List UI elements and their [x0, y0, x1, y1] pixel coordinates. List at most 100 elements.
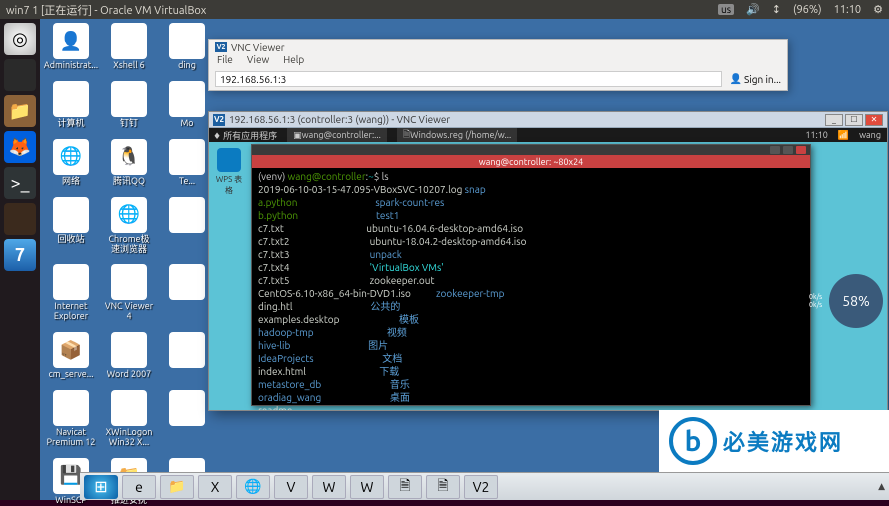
signin-button[interactable]: 👤 Sign in... [730, 73, 781, 85]
term-close-button[interactable] [796, 146, 806, 154]
taskbar-item[interactable]: V [274, 475, 308, 499]
desktop-icon-glyph: 🗑 [53, 197, 89, 233]
launcher-terminal[interactable]: >_ [4, 167, 36, 199]
desktop-icon[interactable]: VVNC Viewer 4 [104, 264, 154, 322]
menu-file[interactable]: File [217, 54, 233, 69]
desktop-icon[interactable]: ding [162, 23, 212, 71]
desktop-icon-grid: 👤Administrat... X Xshell 6 ding 🖥计算机⊟钉钉 Mo 🌐网络… [46, 23, 212, 506]
desktop-icon[interactable]: 🌐网络 [46, 139, 96, 187]
net-speed: 0k/s 0k/s [809, 293, 822, 309]
desktop-icon-label: Xshell 6 [113, 61, 144, 71]
desktop-icon[interactable] [162, 332, 212, 380]
taskbar-item[interactable]: X [198, 475, 232, 499]
desktop-icon-glyph: 📦 [53, 332, 89, 368]
battery-text[interactable]: (96%) [793, 4, 822, 16]
desktop-icon[interactable]: 🌐Chrome极速浏览器 [104, 197, 154, 255]
desktop-icon[interactable] [162, 390, 212, 448]
network-icon[interactable]: ↕ [772, 3, 781, 16]
desktop-icon-glyph [169, 332, 205, 368]
desktop-icon-label: Mo [180, 119, 193, 129]
gear-icon[interactable]: ⚙ [873, 3, 883, 16]
menu-view[interactable]: View [247, 54, 269, 69]
desktop-icon-glyph: e [53, 264, 89, 300]
desktop-icon[interactable]: 👤Administrat... [46, 23, 96, 71]
desktop-icon[interactable]: XXWinLogon Win32 X... [104, 390, 154, 448]
taskbar-item[interactable]: V2 [464, 475, 498, 499]
desktop-icon-glyph: V [111, 264, 147, 300]
windows-desktop[interactable]: 👤Administrat...XXshell 6ding🖥计算机⊟钉钉Mo🌐网络… [40, 19, 889, 500]
keyboard-indicator[interactable]: us [718, 4, 734, 15]
gnome-terminal-window[interactable]: wang@controller: ~80x24 (venv) wang@cont… [251, 144, 811, 406]
desktop-icon-label: 网络 [62, 177, 80, 187]
desktop-icon[interactable]: Te... [162, 139, 212, 187]
performance-widget[interactable]: 0k/s 0k/s 58% [829, 274, 883, 328]
launcher-firefox[interactable]: 🦊 [4, 131, 36, 163]
desktop-icon-glyph [169, 81, 205, 117]
desktop-icon-glyph [169, 264, 205, 300]
launcher-dash[interactable]: ◎ [4, 23, 36, 55]
launcher-archive[interactable] [4, 203, 36, 235]
taskbar-item[interactable]: 🗎 [388, 475, 422, 499]
logo-mark: b [669, 417, 717, 465]
desktop-icon-label: Chrome极速浏览器 [104, 235, 154, 255]
taskbar-item[interactable]: 🌐 [236, 475, 270, 499]
desktop-icon[interactable]: WWord 2007 [104, 332, 154, 380]
desktop-icon[interactable]: 🐧 腾讯QQ [104, 139, 154, 187]
desktop-icon-glyph [169, 23, 205, 59]
start-button[interactable]: ⊞ [84, 475, 118, 499]
windows-taskbar[interactable]: ⊞ e📁X🌐VWW🗎🗎V2 ▲ [80, 472, 889, 500]
desktop-icon[interactable]: 🗑 回收站 [46, 197, 96, 255]
taskbar-item[interactable]: W [312, 475, 346, 499]
desktop-icon[interactable] [162, 264, 212, 322]
desktop-icon-label: 回收站 [57, 235, 84, 245]
desktop-icon-label: VNC Viewer 4 [104, 302, 154, 322]
desktop-icon-label: 腾讯QQ [113, 177, 145, 187]
remote-network-icon[interactable]: 📶 [838, 130, 849, 141]
launcher-virtualbox-win7[interactable]: 7 [4, 239, 36, 271]
term-minimize-button[interactable] [770, 146, 780, 154]
minimize-button[interactable]: _ [825, 114, 843, 126]
taskbar-item[interactable]: e [122, 475, 156, 499]
vnc-session-icon: V2 [213, 114, 225, 126]
menu-help[interactable]: Help [283, 54, 304, 69]
desktop-icon[interactable]: ⛁Navicat Premium 12 [46, 390, 96, 448]
desktop-icon[interactable]: 📦 cm_serve... [46, 332, 96, 380]
remote-tab-editor[interactable]: 🗎 Windows.reg (/home/w... [397, 128, 517, 142]
desktop-icon[interactable]: 🖥计算机 [46, 81, 96, 129]
remote-desktop-icon-wps[interactable]: WPS 表格 [215, 148, 243, 196]
taskbar-item[interactable]: 📁 [160, 475, 194, 499]
systray-arrow-icon[interactable]: ▲ [878, 481, 885, 492]
desktop-icon-label: Word 2007 [107, 370, 152, 380]
remote-user[interactable]: wang [859, 130, 881, 141]
desktop-icon-glyph: 👤 [53, 23, 89, 59]
desktop-icon-label: cm_serve... [49, 370, 94, 380]
terminal-output[interactable]: (venv) wang@controller:~$ ls 2019-06-10-… [252, 168, 810, 410]
remote-clock[interactable]: 11:10 [805, 130, 828, 141]
vnc-viewer-address-window[interactable]: V2 VNC Viewer File View Help 👤 Sign in..… [208, 39, 788, 91]
desktop-icon-glyph: X [111, 23, 147, 59]
launcher-files[interactable]: 📁 [4, 95, 36, 127]
remote-tab-terminal[interactable]: ▣ wang@controller:... [287, 128, 387, 142]
ubuntu-top-panel: win7 1 [正在运行] - Oracle VM VirtualBox us … [0, 0, 889, 19]
terminal-title: wang@controller: ~80x24 [252, 155, 810, 168]
desktop-icon[interactable]: ⊟钉钉 [104, 81, 154, 129]
desktop-icon[interactable]: Mo [162, 81, 212, 129]
vnc-address-input[interactable] [215, 71, 722, 87]
taskbar-item[interactable]: 🗎 [426, 475, 460, 499]
desktop-icon-glyph: 🐧 [111, 139, 147, 175]
remote-desktop[interactable]: ♦ 所有应用程序 ▣ wang@controller:... 🗎 Windows… [209, 128, 887, 410]
launcher-system-monitor[interactable] [4, 59, 36, 91]
desktop-icon[interactable]: X Xshell 6 [104, 23, 154, 71]
desktop-icon-label: Internet Explorer [46, 302, 96, 322]
maximize-button[interactable]: ☐ [845, 114, 863, 126]
desktop-icon[interactable] [162, 197, 212, 255]
vnc-session-window[interactable]: V2 192.168.56.1:3 (controller:3 (wang)) … [208, 111, 888, 411]
clock[interactable]: 11:10 [834, 4, 862, 16]
close-button[interactable]: ✕ [865, 114, 883, 126]
remote-apps-menu[interactable]: ♦ 所有应用程序 [213, 129, 277, 142]
cpu-percent: 58% [842, 293, 870, 309]
term-maximize-button[interactable] [783, 146, 793, 154]
volume-icon[interactable]: 🔊 [746, 3, 760, 16]
taskbar-item[interactable]: W [350, 475, 384, 499]
desktop-icon[interactable]: eInternet Explorer [46, 264, 96, 322]
